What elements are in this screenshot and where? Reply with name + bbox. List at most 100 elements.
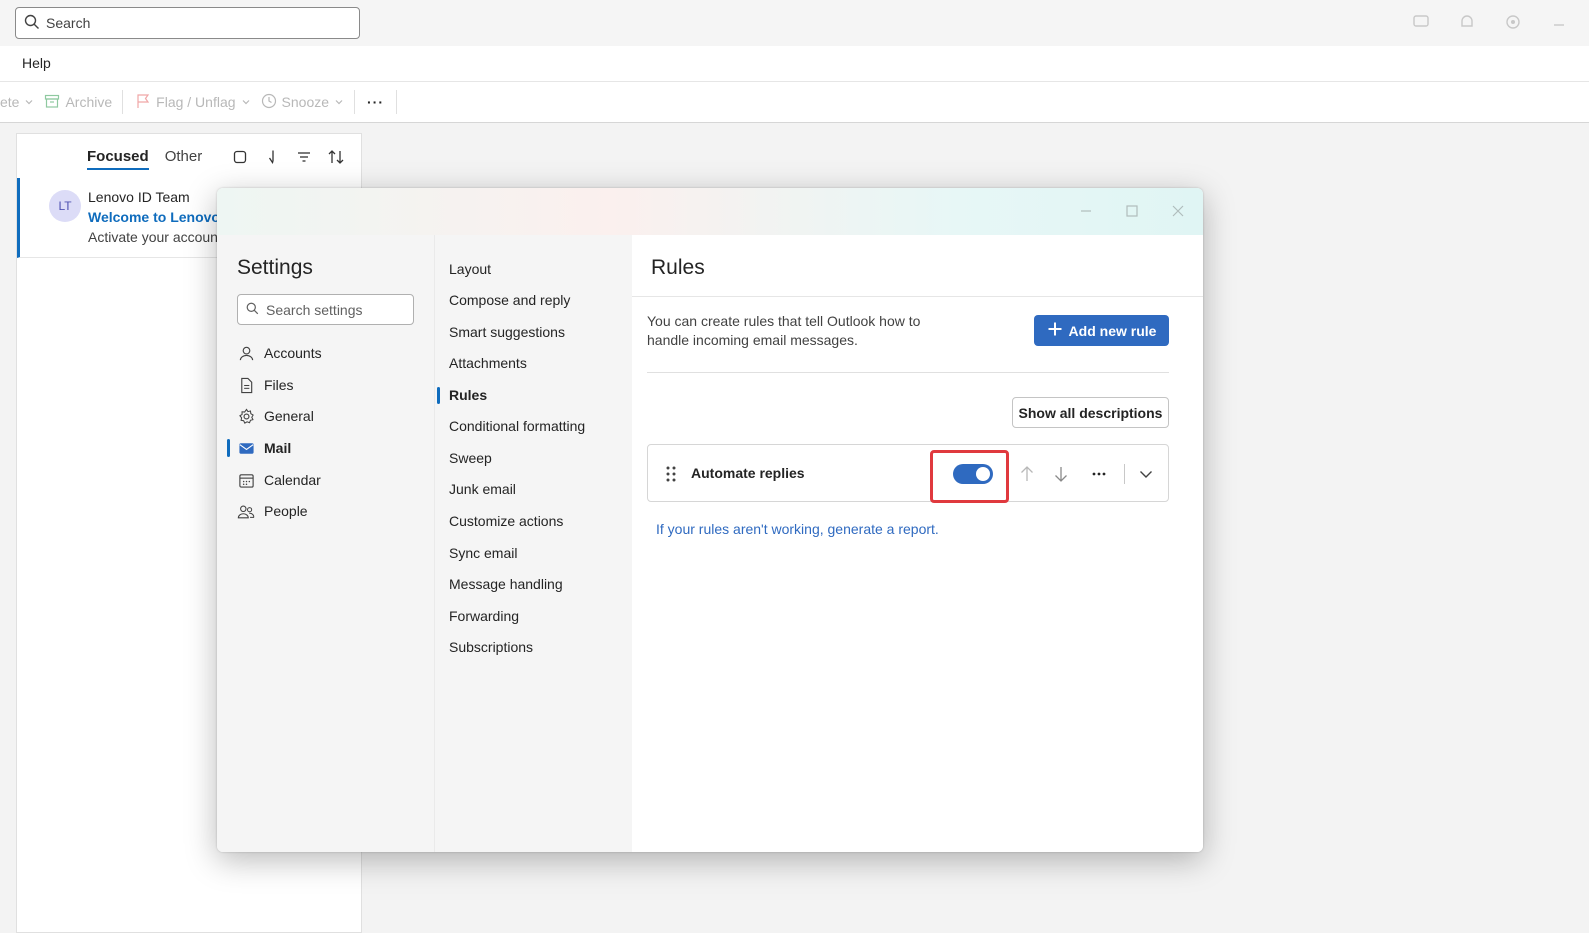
active-indicator xyxy=(437,387,440,404)
rule-enabled-toggle[interactable] xyxy=(953,464,993,484)
document-icon xyxy=(237,376,255,394)
nav-sweep[interactable]: Sweep xyxy=(449,450,492,466)
snooze-button[interactable]: Snooze xyxy=(261,93,344,112)
nav-forwarding[interactable]: Forwarding xyxy=(449,608,519,624)
nav-rules[interactable]: Rules xyxy=(449,387,487,403)
rules-pane: Rules You can create rules that tell Out… xyxy=(632,235,1203,852)
chevron-down-icon xyxy=(241,94,251,110)
top-icons xyxy=(1411,12,1569,32)
category-label: Mail xyxy=(264,440,292,456)
toolbar-divider xyxy=(354,90,356,114)
list-actions xyxy=(230,147,346,167)
divider xyxy=(1124,464,1125,484)
category-calendar[interactable]: Calendar xyxy=(237,468,321,492)
category-label: Files xyxy=(264,377,294,393)
bell-icon[interactable] xyxy=(1457,12,1477,32)
show-all-descriptions-button[interactable]: Show all descriptions xyxy=(1012,397,1169,428)
mail-icon xyxy=(237,439,255,457)
chevron-down-icon xyxy=(334,94,344,110)
menu-help[interactable]: Help xyxy=(22,55,51,71)
category-label: Accounts xyxy=(264,345,322,361)
add-new-rule-button[interactable]: Add new rule xyxy=(1034,315,1169,346)
nav-compose-and-reply[interactable]: Compose and reply xyxy=(449,292,570,308)
search-icon xyxy=(24,14,40,33)
move-down-icon[interactable] xyxy=(1050,463,1072,485)
nav-customize-actions[interactable]: Customize actions xyxy=(449,513,563,529)
category-label: People xyxy=(264,503,308,519)
chevron-down-icon[interactable] xyxy=(1135,463,1157,485)
sort-icon[interactable] xyxy=(326,147,346,167)
rules-description: You can create rules that tell Outlook h… xyxy=(647,313,921,348)
message-subject: Welcome to Lenovo I xyxy=(88,209,228,225)
search-box[interactable]: Search xyxy=(15,7,360,39)
category-label: General xyxy=(264,408,314,424)
chat-icon[interactable] xyxy=(1411,12,1431,32)
minimize-icon[interactable] xyxy=(1077,202,1095,220)
nav-sync-email[interactable]: Sync email xyxy=(449,545,517,561)
flag-icon xyxy=(135,93,151,112)
nav-layout[interactable]: Layout xyxy=(449,261,491,277)
nav-attachments[interactable]: Attachments xyxy=(449,355,527,371)
tab-other[interactable]: Other xyxy=(165,148,203,170)
nav-message-handling[interactable]: Message handling xyxy=(449,576,563,592)
minimize-icon[interactable] xyxy=(1549,12,1569,32)
archive-icon xyxy=(44,93,60,112)
category-files[interactable]: Files xyxy=(237,373,294,397)
category-general[interactable]: General xyxy=(237,404,314,428)
close-icon[interactable] xyxy=(1169,202,1187,220)
search-settings-placeholder: Search settings xyxy=(266,301,363,318)
window-controls xyxy=(1077,202,1187,220)
nav-junk-email[interactable]: Junk email xyxy=(449,481,516,497)
flag-button[interactable]: Flag / Unflag xyxy=(135,93,250,112)
rule-name: Automate replies xyxy=(691,465,805,481)
delete-label: ete xyxy=(0,94,20,110)
settings-dialog: Settings Search settings Accounts Files … xyxy=(217,188,1203,852)
gear-icon[interactable] xyxy=(1503,12,1523,32)
category-people[interactable]: People xyxy=(237,499,308,523)
snooze-label: Snooze xyxy=(281,94,330,110)
select-icon[interactable] xyxy=(230,147,250,167)
settings-title: Settings xyxy=(237,256,313,279)
nav-conditional-formatting[interactable]: Conditional formatting xyxy=(449,418,585,434)
drag-handle-icon[interactable] xyxy=(663,465,679,483)
category-accounts[interactable]: Accounts xyxy=(237,341,322,365)
inbox-tabs: Focused Other xyxy=(87,148,202,170)
message-sender: Lenovo ID Team xyxy=(88,189,190,205)
rule-item[interactable]: Automate replies xyxy=(647,444,1169,503)
more-options-icon[interactable] xyxy=(1088,463,1110,485)
calendar-icon xyxy=(237,471,255,489)
category-label: Calendar xyxy=(264,472,321,488)
generate-report-link[interactable]: If your rules aren't working, generate a… xyxy=(656,521,939,537)
category-mail[interactable]: Mail xyxy=(237,436,291,460)
filter-icon[interactable] xyxy=(294,147,314,167)
toolbar: ete Archive Flag / Unflag Snooze ··· xyxy=(0,82,1589,123)
divider xyxy=(632,296,1203,297)
clock-icon xyxy=(261,93,277,112)
top-bar: Search xyxy=(0,0,1589,46)
chevron-down-icon xyxy=(24,94,34,110)
toolbar-divider xyxy=(396,90,398,114)
page-title: Rules xyxy=(651,256,705,279)
active-indicator xyxy=(227,439,230,457)
archive-label: Archive xyxy=(65,94,113,110)
person-icon xyxy=(237,344,255,362)
menu-bar: Help xyxy=(0,46,1589,82)
plus-icon xyxy=(1047,321,1063,340)
nav-smart-suggestions[interactable]: Smart suggestions xyxy=(449,324,565,340)
delete-button[interactable]: ete xyxy=(0,94,34,110)
gear-icon xyxy=(237,407,255,425)
search-label: Search xyxy=(46,15,91,31)
maximize-icon[interactable] xyxy=(1123,202,1141,220)
settings-categories: Settings Search settings Accounts Files … xyxy=(217,235,434,852)
message-preview: Activate your account xyxy=(88,229,222,245)
avatar: LT xyxy=(49,190,81,222)
more-options-icon[interactable]: ··· xyxy=(367,94,384,110)
divider xyxy=(647,372,1169,373)
jump-to-icon[interactable] xyxy=(262,147,282,167)
mail-settings-nav: Layout Compose and reply Smart suggestio… xyxy=(434,235,632,852)
nav-subscriptions[interactable]: Subscriptions xyxy=(449,639,533,655)
search-settings-input[interactable]: Search settings xyxy=(237,294,414,325)
archive-button[interactable]: Archive xyxy=(44,93,112,112)
tab-focused[interactable]: Focused xyxy=(87,148,149,170)
move-up-icon[interactable] xyxy=(1016,463,1038,485)
